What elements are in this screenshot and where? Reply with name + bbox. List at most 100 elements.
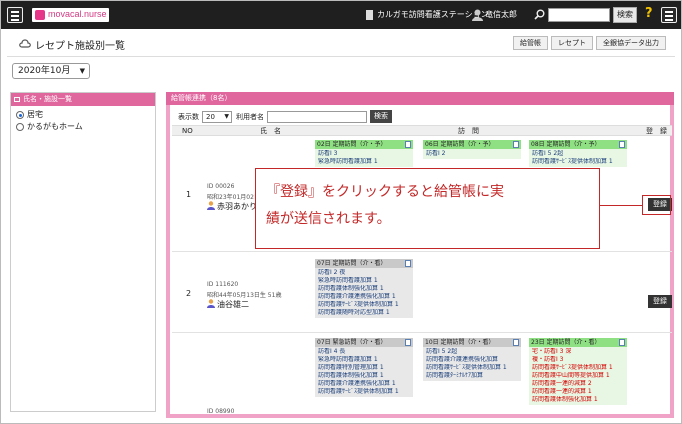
user-name-label: 利用者名	[236, 112, 264, 121]
edit-icon[interactable]	[619, 339, 625, 346]
edit-icon[interactable]	[619, 141, 625, 148]
building-icon	[366, 10, 373, 20]
col-no: NO	[182, 127, 193, 135]
global-search-button[interactable]: 検索	[613, 7, 637, 23]
facility-filter-title: 氏名・施設一覧	[23, 95, 72, 103]
user-name-input[interactable]	[267, 110, 367, 123]
patient-name: 赤羽あかり	[207, 201, 257, 212]
visit-item: 訪看I 2 夜	[318, 269, 346, 276]
patient-dob: 昭和44年05月13日生 51歳	[207, 292, 282, 299]
month-value: 2020年10月	[18, 66, 71, 76]
visit-item: 訪問看護中山間等提供加算 1	[532, 372, 610, 379]
global-search-input[interactable]	[548, 8, 610, 22]
divider	[7, 56, 675, 57]
callout-connector	[600, 205, 642, 206]
visit-card[interactable]: 06日 定期訪問（介・予） 訪看I 2	[423, 140, 521, 159]
visit-item: 訪問看護ｻｰﾋﾞｽ提供体制加算 1	[318, 301, 399, 308]
hamburger-menu-icon[interactable]	[7, 7, 23, 23]
visit-item: 複・訪看I 3	[532, 356, 564, 363]
edit-icon[interactable]	[513, 141, 519, 148]
visit-card-header: 07日 定期訪問（介・看）	[315, 259, 413, 268]
patient-id: ID 111620	[207, 281, 239, 288]
cloud-icon	[19, 39, 31, 48]
user-icon	[472, 9, 483, 21]
display-count-select[interactable]: 20 ▼	[202, 110, 232, 123]
table-row: 2 ID 111620 昭和44年05月13日生 51歳 油谷雄二 07日 定期…	[172, 253, 672, 333]
register-button[interactable]: 登録	[648, 295, 672, 308]
patient-id: ID 08990	[207, 408, 235, 415]
patient-icon	[207, 201, 215, 210]
app-logo[interactable]: movacal.nurse	[32, 8, 109, 22]
search-icon	[534, 9, 545, 20]
visit-item: 訪問看護体制強化加算 1	[318, 372, 384, 379]
visit-card-header: 10日 定期訪問（介・看）	[423, 338, 521, 347]
visit-item: 訪看I 4 長	[318, 348, 346, 355]
radio-label: 居宅	[27, 110, 43, 119]
chevron-down-icon: ▼	[224, 112, 229, 120]
visit-item: 緊急時訪問看護加算 1	[318, 356, 378, 363]
top-bar: movacal.nurse カルガモ訪問看護ステーション 竜信太郎 検索 ?	[1, 1, 681, 29]
visit-item: 訪問看護一連的減算 1	[532, 388, 592, 395]
visit-card[interactable]: 02日 定期訪問（介・予） 訪看I 3 緊急時訪問看護加算 1	[315, 140, 413, 167]
col-visits: 訪 問	[458, 127, 479, 135]
instruction-callout: 『登録』をクリックすると給管帳に実 績が送信されます。	[255, 168, 600, 249]
month-select[interactable]: 2020年10月 ▼	[12, 63, 90, 79]
panel-icon	[14, 97, 20, 102]
visit-item: 訪問看護ｻｰﾋﾞｽ提供体制加算 1	[426, 364, 507, 371]
visit-item: 訪看I 5 2超	[532, 150, 564, 157]
tab-zenginkyo-export[interactable]: 全銀協データ出力	[596, 36, 666, 50]
settings-menu-icon[interactable]	[661, 7, 677, 23]
visit-item: 訪問看護介護連携強化加算	[426, 356, 499, 363]
row-number: 1	[186, 190, 192, 199]
visit-card-header: 02日 定期訪問（介・予）	[315, 140, 413, 149]
visit-card[interactable]: 23日 定期訪問（介・看） 宅・訪看I 3 深 複・訪看I 3 訪問看護ｻｰﾋﾞ…	[529, 338, 627, 405]
register-button-highlight	[642, 195, 671, 215]
visit-card[interactable]: 08日 定期訪問（介・予） 訪看I 5 2超 訪問看護ｻｰﾋﾞｽ提供体制加算 1	[529, 140, 627, 167]
visit-item: 訪問看護随時対応型加算 1	[318, 309, 390, 316]
visit-card-header: 23日 定期訪問（介・看）	[529, 338, 627, 347]
visit-item: 訪問看護一連的減算 2	[532, 380, 592, 387]
visit-item: 訪問看護特別管理加算 1	[318, 364, 384, 371]
edit-icon[interactable]	[405, 141, 411, 148]
visit-item: 訪問看護ﾀｰﾐﾅﾙｹｱ加算	[426, 372, 484, 379]
help-icon[interactable]: ?	[645, 6, 653, 21]
user-name: 竜信太郎	[485, 10, 517, 19]
visit-card-header: 07日 緊急訪問（介・看）	[315, 338, 413, 347]
visit-card[interactable]: 10日 定期訪問（介・看） 訪看I 5 2超 訪問看護介護連携強化加算 訪問看護…	[423, 338, 521, 381]
visit-card-header: 08日 定期訪問（介・予）	[529, 140, 627, 149]
patient-icon	[207, 299, 215, 308]
visit-item: 宅・訪看I 3 深	[532, 348, 572, 355]
row-number: 2	[186, 289, 192, 298]
logo-mark-icon	[35, 10, 45, 20]
visit-card[interactable]: 07日 緊急訪問（介・看） 訪看I 4 長 緊急時訪問看護加算 1 訪問看護特別…	[315, 338, 413, 397]
radio-option-home[interactable]: 居宅	[11, 109, 155, 121]
list-controls: 表示数 20 ▼ 利用者名 検索	[178, 110, 392, 123]
logo-text: movacal.nurse	[48, 9, 107, 19]
edit-icon[interactable]	[513, 339, 519, 346]
radio-button[interactable]	[16, 123, 24, 131]
visit-item: 訪問看護体制強化加算 1	[532, 396, 598, 403]
visit-item: 緊急時訪問看護加算 1	[318, 277, 378, 284]
radio-label: かるがもホーム	[27, 122, 83, 131]
tab-receipt[interactable]: レセプト	[551, 36, 593, 50]
visit-card[interactable]: 07日 定期訪問（介・看） 訪看I 2 夜 緊急時訪問看護加算 1 訪問看護体制…	[315, 259, 413, 318]
edit-icon[interactable]	[405, 339, 411, 346]
col-register: 登 録	[646, 127, 667, 135]
patient-name: 油谷雄二	[207, 299, 249, 310]
search-button[interactable]: 検索	[370, 110, 392, 123]
facility-filter-panel: 氏名・施設一覧 居宅 かるがもホーム	[10, 92, 156, 412]
chevron-down-icon: ▼	[79, 67, 85, 75]
tab-kyukancho[interactable]: 給管帳	[513, 36, 548, 50]
radio-option-karugamo-home[interactable]: かるがもホーム	[11, 121, 155, 133]
patient-id: ID 00026	[207, 183, 235, 190]
facility-filter-header: 氏名・施設一覧	[11, 93, 155, 106]
visit-card-header: 06日 定期訪問（介・予）	[423, 140, 521, 149]
callout-line-1: 『登録』をクリックすると給管帳に実	[266, 184, 504, 200]
visit-item: 訪問看護ｻｰﾋﾞｽ提供体制加算 1	[532, 364, 613, 371]
view-tabs: 給管帳 レセプト 全銀協データ出力	[510, 36, 666, 50]
edit-icon[interactable]	[405, 260, 411, 267]
patient-name-text: 油谷雄二	[217, 300, 249, 309]
visit-item: 緊急時訪問看護加算 1	[318, 158, 378, 165]
display-count-label: 表示数	[178, 112, 199, 121]
radio-button-selected[interactable]	[16, 111, 24, 119]
